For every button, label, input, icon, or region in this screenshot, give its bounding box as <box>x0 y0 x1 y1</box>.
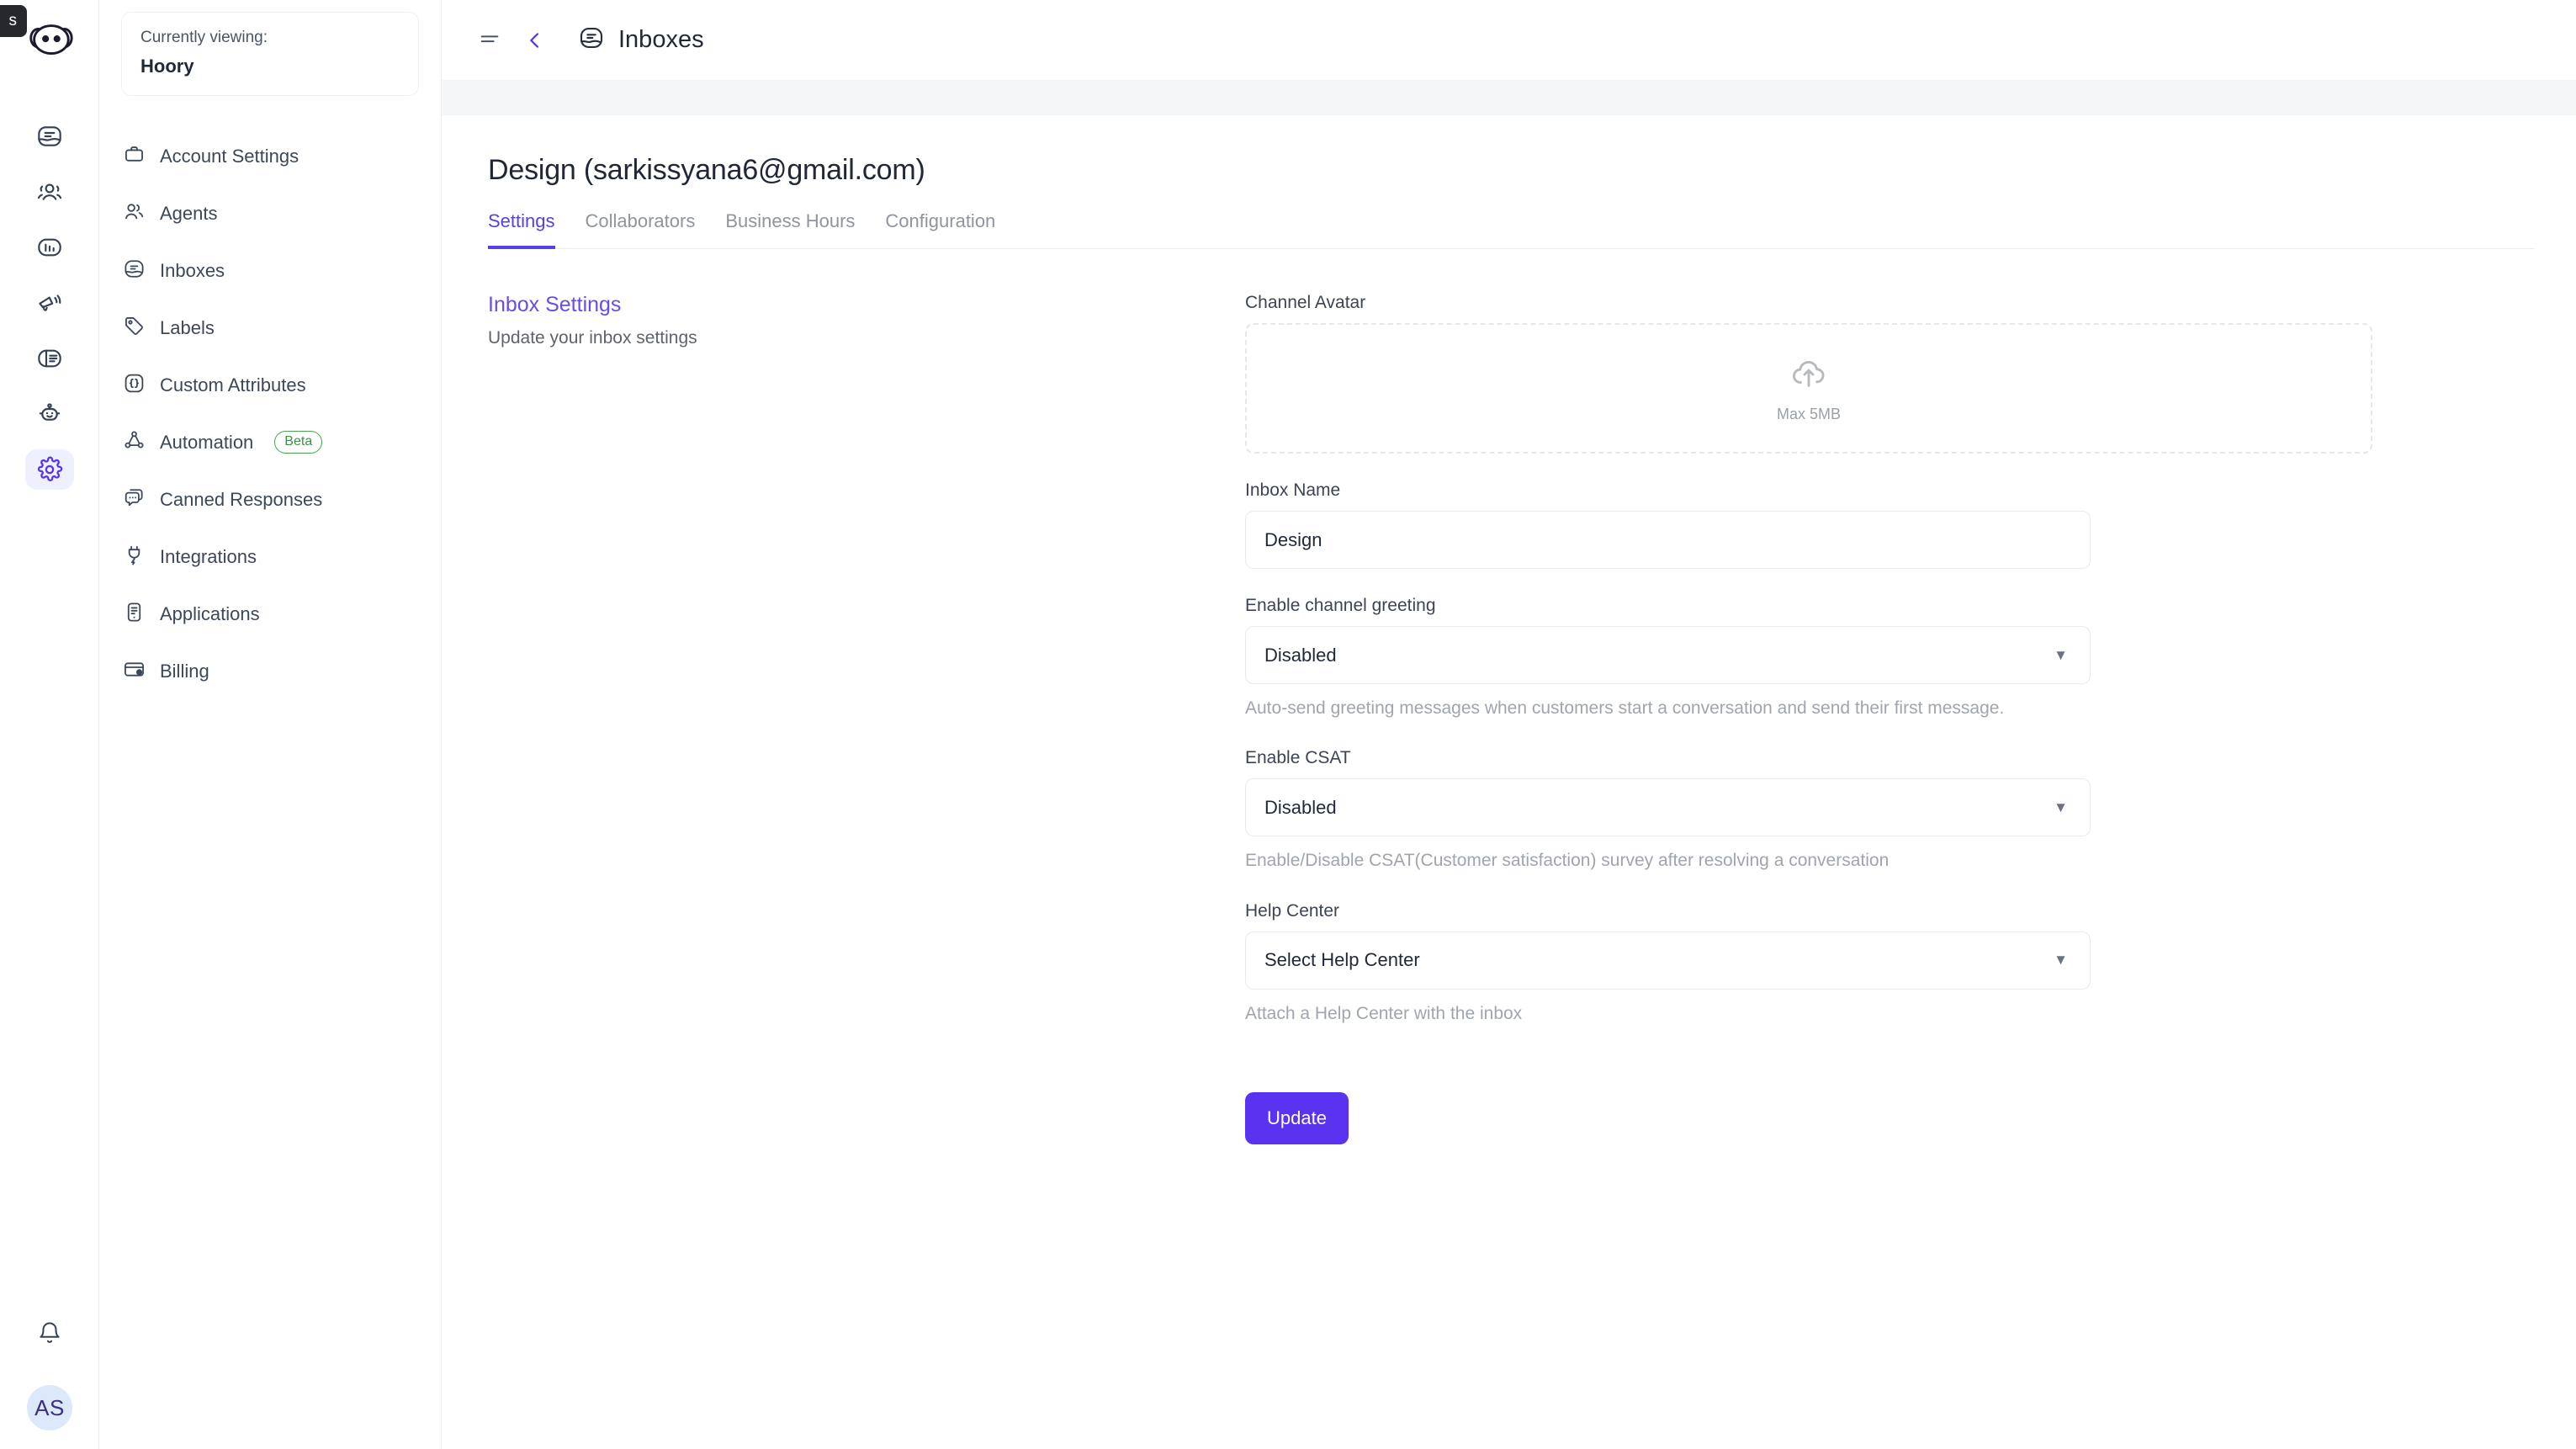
chevron-down-icon: ▼ <box>2054 952 2068 969</box>
main-area: Inboxes Design (sarkissyana6@gmail.com) … <box>442 0 2576 1449</box>
settings-form: Channel Avatar Max 5MB Inbox Name Design… <box>867 293 2576 1145</box>
rail-item-assistant[interactable] <box>25 394 74 434</box>
topbar: Inboxes <box>442 0 2576 80</box>
csat-select[interactable]: Disabled ▼ <box>1245 778 2091 837</box>
sidebar-item-canned-responses[interactable]: Canned Responses <box>99 471 441 528</box>
section-subtitle: Update your inbox settings <box>488 328 697 348</box>
channel-greeting-label: Enable channel greeting <box>1245 596 1436 615</box>
currently-viewing-label: Currently viewing: <box>140 29 268 46</box>
max-size-label: Max 5MB <box>1776 405 1842 422</box>
rail-item-campaigns[interactable] <box>25 283 74 323</box>
rail-item-contacts[interactable] <box>25 172 74 212</box>
sidebar-item-label: Account Settings <box>160 145 299 167</box>
sidebar-item-inboxes[interactable]: Inboxes <box>99 242 441 300</box>
tab-settings[interactable]: Settings <box>488 210 555 249</box>
page-title: Design (sarkissyana6@gmail.com) <box>488 154 925 186</box>
account-name: Hoory <box>140 55 194 77</box>
avatar[interactable]: AS <box>27 1385 72 1430</box>
inbox-icon <box>578 24 605 56</box>
page-breadcrumb-title: Inboxes <box>618 26 704 53</box>
field-channel-greeting: Enable channel greeting Disabled ▼ Auto-… <box>1245 596 2576 721</box>
rail-item-settings[interactable] <box>24 449 74 490</box>
sidebar-item-label: Integrations <box>160 545 257 567</box>
channel-greeting-select[interactable]: Disabled ▼ <box>1245 626 2091 684</box>
rail-bottom: AS <box>0 1311 99 1430</box>
field-channel-avatar: Channel Avatar Max 5MB <box>1245 293 2576 454</box>
rail-item-conversations[interactable] <box>25 116 74 157</box>
sidebar-item-label: Custom Attributes <box>160 374 306 395</box>
tooltip-fragment: s <box>0 5 27 37</box>
plug-icon <box>123 544 146 571</box>
chat-bubbles-icon <box>123 486 146 513</box>
avatar-dropzone[interactable]: Max 5MB <box>1245 323 2372 454</box>
help-center-value: Select Help Center <box>1264 949 1420 971</box>
tab-collaborators[interactable]: Collaborators <box>586 210 696 249</box>
csat-label: Enable CSAT <box>1245 748 1351 768</box>
field-csat: Enable CSAT Disabled ▼ Enable/Disable CS… <box>1245 748 2576 873</box>
credit-card-icon <box>123 658 146 685</box>
nodes-icon <box>123 429 146 456</box>
rail-item-help-center[interactable] <box>25 338 74 379</box>
section-info: Inbox Settings Update your inbox setting… <box>488 293 867 1144</box>
csat-value: Disabled <box>1264 796 1337 818</box>
sidebar-item-label: Labels <box>160 316 215 338</box>
tab-configuration[interactable]: Configuration <box>885 210 995 249</box>
hoory-mascot-logo-icon[interactable] <box>24 15 76 67</box>
tab-business-hours[interactable]: Business Hours <box>725 210 855 249</box>
channel-greeting-value: Disabled <box>1264 644 1337 666</box>
users-icon <box>123 200 146 227</box>
chevron-left-icon[interactable] <box>512 18 558 63</box>
update-button[interactable]: Update <box>1245 1092 1349 1145</box>
sidebar-item-agents[interactable]: Agents <box>99 185 441 242</box>
device-icon <box>123 601 146 628</box>
inbox-name-label: Inbox Name <box>1245 480 1341 500</box>
panel-gap-band <box>442 80 2576 115</box>
chevron-down-icon: ▼ <box>2054 799 2068 815</box>
inbox-icon <box>123 257 146 284</box>
tag-icon <box>123 315 146 342</box>
field-inbox-name: Inbox Name Design <box>1245 480 2576 569</box>
sidebar-item-custom-attributes[interactable]: Custom Attributes <box>99 357 441 414</box>
sidebar-item-label: Automation <box>160 431 254 453</box>
sidebar-item-label: Inboxes <box>160 259 225 281</box>
braces-icon <box>123 372 146 399</box>
rail-nav <box>24 116 74 490</box>
sidebar-item-label: Agents <box>160 202 218 224</box>
icon-rail: s AS <box>0 0 99 1449</box>
sidebar-item-applications[interactable]: Applications <box>99 586 441 643</box>
field-help-center: Help Center Select Help Center ▼ Attach … <box>1245 901 2576 1027</box>
topbar-title: Inboxes <box>578 24 704 56</box>
inbox-name-input[interactable]: Design <box>1245 511 2091 569</box>
sidebar-item-labels[interactable]: Labels <box>99 300 441 357</box>
help-center-hint: Attach a Help Center with the inbox <box>1245 1003 1523 1023</box>
settings-sidebar: Currently viewing: Hoory Account Setting… <box>99 0 442 1449</box>
sidebar-item-account-settings[interactable]: Account Settings <box>99 128 441 185</box>
settings-nav: Account Settings Agents Inboxes Labels C… <box>99 128 441 700</box>
channel-avatar-label: Channel Avatar <box>1245 293 1366 312</box>
hamburger-icon[interactable] <box>467 18 512 63</box>
cloud-upload-icon <box>1789 354 1828 397</box>
settings-content: Inbox Settings Update your inbox setting… <box>488 293 2576 1145</box>
app-root: s AS Currently viewing: Hoory Account Se… <box>0 0 2576 1449</box>
help-center-select[interactable]: Select Help Center ▼ <box>1245 931 2091 990</box>
beta-badge: Beta <box>274 431 323 454</box>
sidebar-item-label: Billing <box>160 660 209 682</box>
sidebar-item-label: Canned Responses <box>160 488 323 510</box>
csat-hint: Enable/Disable CSAT(Customer satisfactio… <box>1245 851 1890 871</box>
help-center-label: Help Center <box>1245 900 1340 921</box>
tab-bar: Settings Collaborators Business Hours Co… <box>488 210 2534 249</box>
currently-viewing-card[interactable]: Currently viewing: Hoory <box>121 12 419 96</box>
sidebar-item-automation[interactable]: Automation Beta <box>99 414 441 471</box>
sidebar-item-billing[interactable]: Billing <box>99 643 441 700</box>
section-title: Inbox Settings <box>488 293 622 316</box>
chevron-down-icon: ▼ <box>2054 646 2068 663</box>
rail-item-reports[interactable] <box>25 227 74 268</box>
briefcase-icon <box>123 143 146 170</box>
content-panel: Design (sarkissyana6@gmail.com) Settings… <box>446 115 2576 1449</box>
sidebar-item-integrations[interactable]: Integrations <box>99 528 441 586</box>
sidebar-item-label: Applications <box>160 602 260 624</box>
bell-icon[interactable] <box>27 1311 72 1356</box>
channel-greeting-hint: Auto-send greeting messages when custome… <box>1245 698 2005 718</box>
